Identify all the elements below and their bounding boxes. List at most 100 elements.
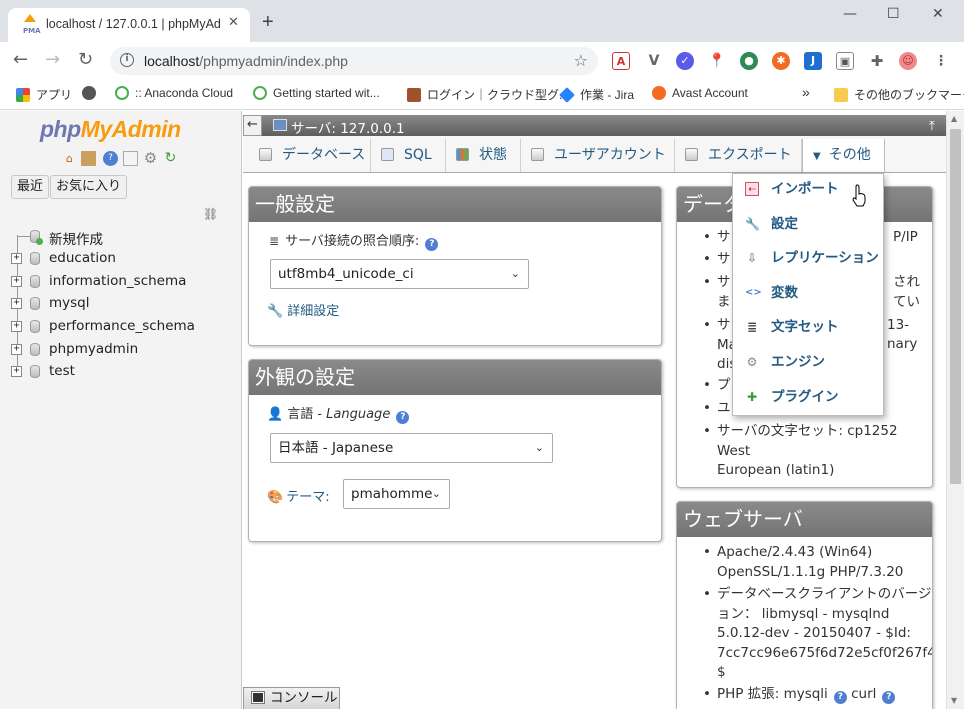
console-toggle[interactable]: コンソール [243, 687, 340, 709]
tab-sql[interactable]: SQL [371, 139, 446, 172]
theme-label[interactable]: 🎨 テーマ: [267, 486, 330, 505]
minimize-button[interactable]: — [843, 6, 857, 22]
server-label[interactable]: サーバ: 127.0.0.1 [291, 117, 405, 137]
browser-tab[interactable]: PMA localhost / 127.0.0.1 | phpMyAdmin ✕ [8, 8, 250, 42]
anaconda-icon [115, 86, 129, 100]
new-tab-button[interactable]: + [262, 12, 274, 32]
tab-close-icon[interactable]: ✕ [228, 15, 239, 30]
logout-icon[interactable] [81, 151, 96, 166]
tree-db-mysql[interactable]: + mysql [10, 294, 240, 314]
phpmyadmin-logo[interactable]: phpMyAdmin [40, 116, 181, 143]
reload-nav-icon[interactable]: ↻ [163, 151, 178, 166]
maximize-button[interactable]: ☐ [887, 6, 900, 22]
scroll-thumb[interactable] [950, 129, 961, 484]
scroll-up-icon[interactable]: ▲ [951, 114, 957, 123]
extensions-puzzle-icon[interactable]: ✚ [868, 52, 886, 70]
bookmark-getting-started[interactable]: Getting started wit... [253, 86, 380, 100]
bookmark-jira[interactable]: 作業 - Jira [559, 86, 634, 103]
reload-icon[interactable]: ↻ [78, 51, 93, 69]
server-breadcrumb-bar: ← サーバ: 127.0.0.1 ⤒ [243, 115, 946, 137]
link-chain-icon[interactable]: ⛓ [203, 207, 218, 221]
tab-export[interactable]: エクスポート [675, 139, 802, 172]
tree-db-information-schema[interactable]: + information_schema [10, 272, 240, 292]
bookmark-apps[interactable]: アプリ [16, 86, 72, 103]
help-icon[interactable]: ? [425, 238, 439, 251]
help-icon[interactable]: ? [882, 691, 896, 704]
db-client-info-item: データベースクライアントのバージョン： libmysql - mysqlnd5.… [703, 585, 932, 683]
bookmark-avast[interactable]: Avast Account [652, 86, 748, 100]
image-extension-icon[interactable]: ▣ [836, 52, 854, 70]
help-icon[interactable]: ? [396, 411, 410, 424]
tab-more[interactable]: ▼ その他 [802, 139, 885, 172]
recent-button[interactable]: 最近 [11, 175, 50, 199]
tree-db-performance-schema[interactable]: + performance_schema [10, 317, 240, 337]
list-icon: ≣ [269, 234, 280, 248]
pdf-extension-icon[interactable]: A [612, 52, 630, 70]
bookmarks-overflow-icon[interactable]: » [802, 84, 810, 100]
address-bar[interactable]: i localhost/phpmyadmin/index.php ☆ [110, 47, 598, 75]
more-settings-link[interactable]: 🔧 詳細設定 [267, 300, 339, 319]
site-info-icon[interactable]: i [120, 53, 134, 67]
close-window-button[interactable]: ✕ [932, 6, 944, 22]
sql-tab-icon [381, 148, 394, 161]
profile-avatar[interactable]: ☺ [899, 52, 917, 70]
menu-item-settings[interactable]: 🔧 設定 [733, 210, 883, 238]
menu-item-charsets[interactable]: ≣ 文字セット [733, 313, 883, 341]
bookmark-star-icon[interactable]: ☆ [574, 51, 588, 70]
tree-new[interactable]: 新規作成 [10, 227, 240, 248]
collapse-nav-button[interactable]: ← [243, 115, 262, 136]
database-icon [30, 252, 40, 265]
menu-item-variables[interactable]: <> 変数 [733, 279, 883, 307]
language-select[interactable]: 日本語 - Japanese ⌄ [270, 433, 553, 463]
check-extension-icon[interactable]: ✓ [676, 52, 694, 70]
expand-icon[interactable]: + [11, 276, 22, 287]
scroll-down-icon[interactable]: ▼ [951, 696, 957, 705]
browser-toolbar: ← → ↻ i localhost/phpmyadmin/index.php ☆… [0, 42, 964, 80]
tab-user-accounts[interactable]: ユーザアカウント [521, 139, 675, 172]
chrome-menu-icon[interactable]: ⋮ [932, 52, 950, 70]
globe-extension-icon[interactable]: ● [740, 52, 758, 70]
vivaldi-extension-icon[interactable]: V [645, 52, 663, 70]
main-scrollbar[interactable]: ▲ ▼ [946, 111, 964, 709]
theme-select[interactable]: pmahomme ⌄ [343, 479, 450, 509]
apache-info-item: Apache/2.4.43 (Win64)OpenSSL/1.1.1g PHP/… [703, 543, 931, 582]
avast-extension-icon[interactable]: ✱ [772, 52, 790, 70]
bookmark-globe[interactable] [82, 86, 102, 100]
expand-icon[interactable]: + [11, 253, 22, 264]
expand-icon[interactable]: + [11, 298, 22, 309]
url-text: localhost/phpmyadmin/index.php [144, 53, 348, 69]
tab-databases[interactable]: データベース [249, 139, 371, 172]
apps-grid-icon [16, 88, 30, 102]
database-icon [30, 365, 40, 378]
docs-help-icon[interactable]: ? [103, 151, 118, 166]
expand-icon[interactable]: + [11, 344, 22, 355]
bookmark-login[interactable]: ログイン｜クラウド型グ... [407, 86, 569, 103]
expand-icon[interactable]: + [11, 321, 22, 332]
variables-icon: <> [745, 287, 762, 298]
help-icon[interactable]: ? [833, 691, 847, 704]
bookmark-anaconda[interactable]: :: Anaconda Cloud [115, 86, 233, 100]
collation-select[interactable]: utf8mb4_unicode_ci ⌄ [270, 259, 529, 289]
tree-db-phpmyadmin[interactable]: + phpmyadmin [10, 340, 240, 360]
database-icon [30, 320, 40, 333]
forward-arrow-icon[interactable]: → [45, 51, 60, 69]
menu-item-replication[interactable]: ⇩ レプリケーション [733, 244, 883, 272]
other-bookmarks[interactable]: その他のブックマーク [834, 86, 964, 103]
expand-icon[interactable]: + [11, 366, 22, 377]
pin-extension-icon[interactable]: 📍 [708, 52, 726, 70]
sql-docs-icon[interactable] [123, 151, 138, 166]
home-icon[interactable]: ⌂ [62, 151, 77, 166]
tab-status[interactable]: 状態 [446, 139, 521, 172]
favorites-button[interactable]: お気に入り [50, 175, 128, 199]
back-arrow-icon[interactable]: ← [13, 51, 28, 69]
collapse-top-icon[interactable]: ⤒ [929, 119, 935, 134]
hand-pointer-icon [852, 184, 866, 207]
chevron-down-icon: ⌄ [431, 487, 441, 500]
settings-gear-icon[interactable]: ⚙ [143, 151, 158, 166]
menu-item-plugins[interactable]: ✚ プラグイン [733, 383, 883, 411]
tree-db-test[interactable]: + test [10, 362, 240, 382]
tab-title: localhost / 127.0.0.1 | phpMyAdmin [46, 17, 220, 31]
j-extension-icon[interactable]: J [804, 52, 822, 70]
menu-item-engines[interactable]: ⚙ エンジン [733, 348, 883, 376]
tree-db-education[interactable]: + education [10, 249, 240, 269]
